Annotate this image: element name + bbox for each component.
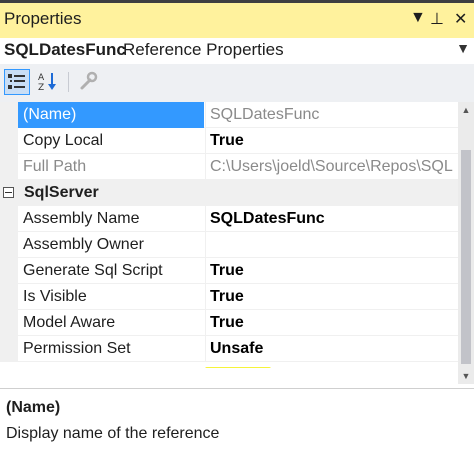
wrench-icon: [80, 71, 98, 90]
row-gutter: [0, 258, 18, 284]
toolbar-separator: [68, 72, 69, 92]
properties-toolbar: A Z: [0, 64, 474, 102]
description-text: Display name of the reference: [6, 425, 220, 442]
close-icon[interactable]: ✕: [454, 9, 467, 29]
pin-icon[interactable]: ⊥: [430, 9, 444, 29]
row-gutter: [0, 128, 18, 154]
property-grid: (Name) SQLDatesFunc Copy Local True Full…: [0, 102, 458, 368]
property-value[interactable]: True: [205, 258, 458, 284]
property-name[interactable]: Full Path: [18, 154, 204, 180]
alphabetical-icon: A Z: [38, 73, 56, 93]
property-name[interactable]: Assembly Owner: [18, 232, 204, 258]
property-name[interactable]: Copy Local: [18, 128, 204, 154]
scroll-up-arrow-icon[interactable]: ▲: [458, 102, 474, 118]
scroll-down-arrow-icon[interactable]: ▼: [458, 368, 474, 384]
window-position-dropdown-icon[interactable]: ▼: [410, 9, 426, 27]
property-value[interactable]: C:\Users\joeld\Source\Repos\SQL: [205, 154, 458, 180]
categorized-button[interactable]: [4, 69, 30, 95]
object-selector[interactable]: SQLDatesFunc Reference Properties ▼: [0, 38, 474, 65]
property-value[interactable]: True: [205, 310, 458, 336]
grid-empty-area: [0, 368, 458, 384]
row-gutter: [0, 206, 18, 232]
property-value[interactable]: True: [205, 128, 458, 154]
property-value[interactable]: SQLDatesFunc: [205, 102, 458, 128]
property-value[interactable]: SQLDatesFunc: [205, 206, 458, 232]
property-name[interactable]: (Name): [18, 102, 204, 128]
property-row-full-path[interactable]: Full Path C:\Users\joeld\Source\Repos\SQ…: [0, 154, 458, 180]
row-gutter: [0, 154, 18, 180]
property-row-copy-local[interactable]: Copy Local True: [0, 128, 458, 154]
svg-text:A: A: [38, 73, 45, 83]
property-name[interactable]: Assembly Name: [18, 206, 204, 232]
description-title: (Name): [6, 399, 61, 416]
property-name[interactable]: Model Aware: [18, 310, 204, 336]
scrollbar-thumb[interactable]: [461, 150, 471, 364]
svg-text:Z: Z: [38, 83, 44, 93]
row-gutter: [0, 284, 18, 310]
property-row-assembly-name[interactable]: Assembly Name SQLDatesFunc: [0, 206, 458, 232]
property-value[interactable]: [205, 232, 458, 258]
property-row-is-visible[interactable]: Is Visible True: [0, 284, 458, 310]
row-gutter: [0, 310, 18, 336]
property-value[interactable]: Unsafe: [205, 336, 458, 362]
property-row-permission-set[interactable]: Permission Set Unsafe: [0, 336, 458, 362]
property-value[interactable]: True: [205, 284, 458, 310]
property-row-assembly-owner[interactable]: Assembly Owner: [0, 232, 458, 258]
object-type: Reference Properties: [123, 40, 284, 59]
property-name[interactable]: Generate Sql Script: [18, 258, 204, 284]
property-pages-button[interactable]: [76, 69, 102, 95]
alphabetical-button[interactable]: A Z: [36, 69, 62, 95]
property-row-name[interactable]: (Name) SQLDatesFunc: [0, 102, 458, 128]
panel-title: Properties: [4, 9, 82, 28]
category-sqlserver[interactable]: SqlServer: [0, 180, 458, 206]
property-row-model-aware[interactable]: Model Aware True: [0, 310, 458, 336]
object-name: SQLDatesFunc: [4, 40, 126, 59]
object-selector-dropdown-icon[interactable]: ▼: [456, 40, 470, 56]
vertical-scrollbar[interactable]: ▲ ▼: [458, 102, 474, 384]
collapse-toggle-icon[interactable]: [3, 187, 14, 198]
property-name[interactable]: Permission Set: [18, 336, 204, 362]
properties-title-bar: Properties ▼ ⊥ ✕: [0, 0, 474, 38]
property-row-generate-sql-script[interactable]: Generate Sql Script True: [0, 258, 458, 284]
description-pane: (Name) Display name of the reference: [0, 388, 474, 475]
category-name: SqlServer: [24, 184, 99, 201]
row-gutter: [0, 102, 18, 128]
row-gutter: [0, 232, 18, 258]
categorized-icon: [8, 74, 25, 89]
row-gutter: [0, 336, 18, 362]
property-name[interactable]: Is Visible: [18, 284, 204, 310]
